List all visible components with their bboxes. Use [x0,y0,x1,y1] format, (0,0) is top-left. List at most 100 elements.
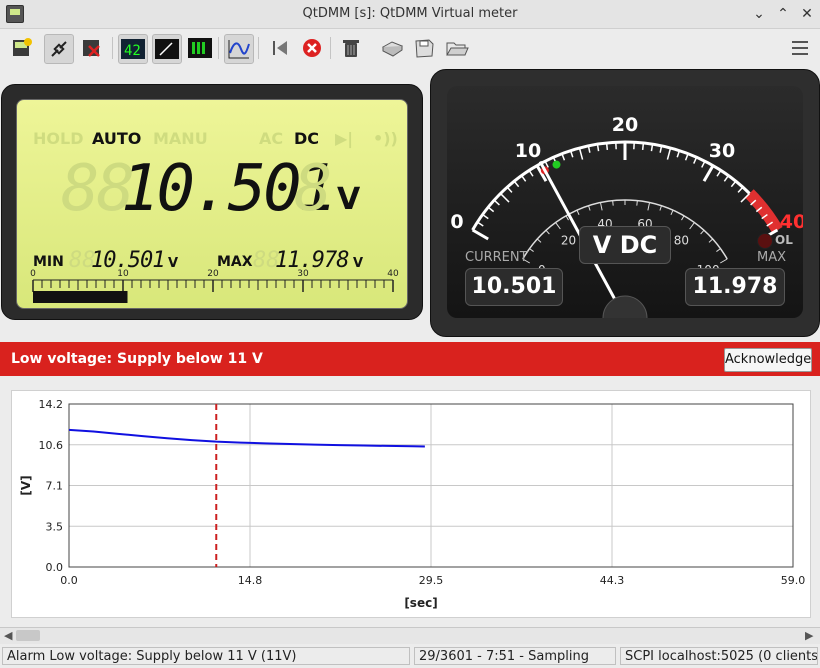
inner-tick [708,238,714,243]
menu-icon[interactable] [786,34,814,62]
window-title: QtDMM [s]: QtDMM Virtual meter [302,6,518,21]
ac-indicator: AC [259,129,284,148]
outer-tick [676,150,681,158]
title-bar: QtDMM [s]: QtDMM Virtual meter ⌄ ⌃ ✕ [0,0,820,29]
outer-tick [605,142,609,151]
close-icon[interactable]: ✕ [796,4,818,24]
hold-indicator: HOLD [33,129,84,148]
analog-gauge: 010203040020406080100 V DC CURRENT 10.50… [447,86,803,318]
max-value: 11.978 [685,268,785,306]
x-tick-label: 14.8 [238,574,263,587]
inner-tick [647,202,651,211]
inner-tick [599,202,603,211]
print-icon[interactable] [378,34,406,62]
display-graph-icon[interactable] [224,34,254,64]
outer-tick [737,186,744,193]
scroll-left-icon[interactable]: ◀ [4,629,12,642]
connect-icon[interactable] [44,34,74,64]
inner-tick [536,238,542,243]
status-scpi: SCPI localhost:5025 (0 clients) [620,647,818,665]
lcd-display-frame: HOLD AUTO MANU AC DC ▶| •)) 88 10.501 8 … [1,84,423,320]
graph-panel: 0.0 14.8 29.5 44.3 59.0 0.0 3.5 7.1 10.6 14.2 [sec… [11,390,811,618]
bar-tick-label: 20 [207,269,219,279]
scroll-right-icon[interactable]: ▶ [805,629,813,642]
alarm-banner: Low voltage: Supply below 11 V Acknowled… [0,342,820,376]
display-numeric-icon[interactable]: 42 [118,34,148,64]
outer-tick [693,156,698,164]
inner-tick [716,248,721,252]
inner-tick [659,205,662,211]
outer-tick [716,169,722,177]
y-tick-label: 14.2 [39,398,64,411]
acknowledge-button[interactable]: Acknowledge [724,348,812,372]
outer-tick [701,160,706,168]
current-value: 10.501 [465,268,563,306]
outer-tick [476,221,484,227]
x-tick-label: 29.5 [419,574,444,587]
outer-tick [666,147,672,160]
outer-tick [569,150,574,158]
x-tick-label: 59.0 [781,574,806,587]
bar-tick-label: 30 [297,269,309,279]
y-tick-label: 3.5 [46,520,64,533]
needle-hub [602,295,648,318]
inner-tick [689,222,695,230]
open-icon[interactable] [443,34,471,62]
scroll-thumb[interactable] [16,630,40,641]
trash-icon[interactable] [337,34,365,62]
stop-icon[interactable] [298,34,326,62]
inner-tick [529,248,534,252]
lcd-ghost-last-digit: 8 [294,152,333,226]
manu-indicator: MANU [153,129,208,148]
beep-indicator: •)) [373,129,398,148]
lcd-display: HOLD AUTO MANU AC DC ▶| •)) 88 10.501 8 … [16,99,408,309]
outer-tick [702,164,715,182]
x-tick-label: 44.3 [600,574,625,587]
inner-tick [612,200,614,206]
graph-plot[interactable]: 0.0 14.8 29.5 44.3 59.0 0.0 3.5 7.1 10.6 14.2 [sec… [12,391,810,617]
disconnect-icon[interactable] [78,34,106,62]
inner-tick [565,215,569,221]
y-tick-label: 7.1 [46,480,64,493]
minimize-icon[interactable]: ⌄ [748,4,770,24]
display-analog-icon[interactable] [152,34,182,64]
outer-tick [487,206,495,213]
outer-tick [513,180,520,188]
inner-tick [700,229,705,235]
outer-scale-label: 30 [709,140,735,162]
danger-zone [745,189,783,234]
max-label: MAX [757,250,787,265]
inner-tick [636,200,638,206]
horizontal-scrollbar[interactable]: ◀ ▶ [0,627,820,644]
inner-tick [681,215,685,221]
inner-tick [588,205,591,211]
svg-text:42: 42 [124,43,141,59]
outer-tick [528,169,534,177]
overload-label: OL [775,233,793,247]
current-label: CURRENT [465,250,528,265]
inner-tick [576,209,580,215]
toolbar-separator [112,37,113,59]
outer-tick [506,186,513,193]
outer-scale-label: 10 [515,140,541,162]
outer-tick [730,180,737,188]
outer-tick [500,193,510,203]
y-tick-label: 10.6 [39,439,64,452]
inner-scale-label: 80 [674,233,689,247]
y-tick-label: 0.0 [46,561,64,574]
maximize-icon[interactable]: ⌃ [772,4,794,24]
toolbar-separator [258,37,259,59]
lcd-bargraph: 0 10 20 30 40 [30,269,399,303]
display-bargraph-icon[interactable] [186,34,214,62]
inner-tick [545,229,550,235]
connect-config-icon[interactable] [8,34,36,62]
x-axis-label: [sec] [404,596,437,610]
inner-tick [555,222,561,230]
toolbar-separator [218,37,219,59]
reset-min-max-icon[interactable] [266,34,294,62]
save-icon[interactable] [410,34,438,62]
outer-scale-label: 40 [780,211,803,233]
x-tick-label: 0.0 [60,574,78,587]
outer-tick [641,142,645,151]
bar-tick-label: 40 [387,269,399,279]
